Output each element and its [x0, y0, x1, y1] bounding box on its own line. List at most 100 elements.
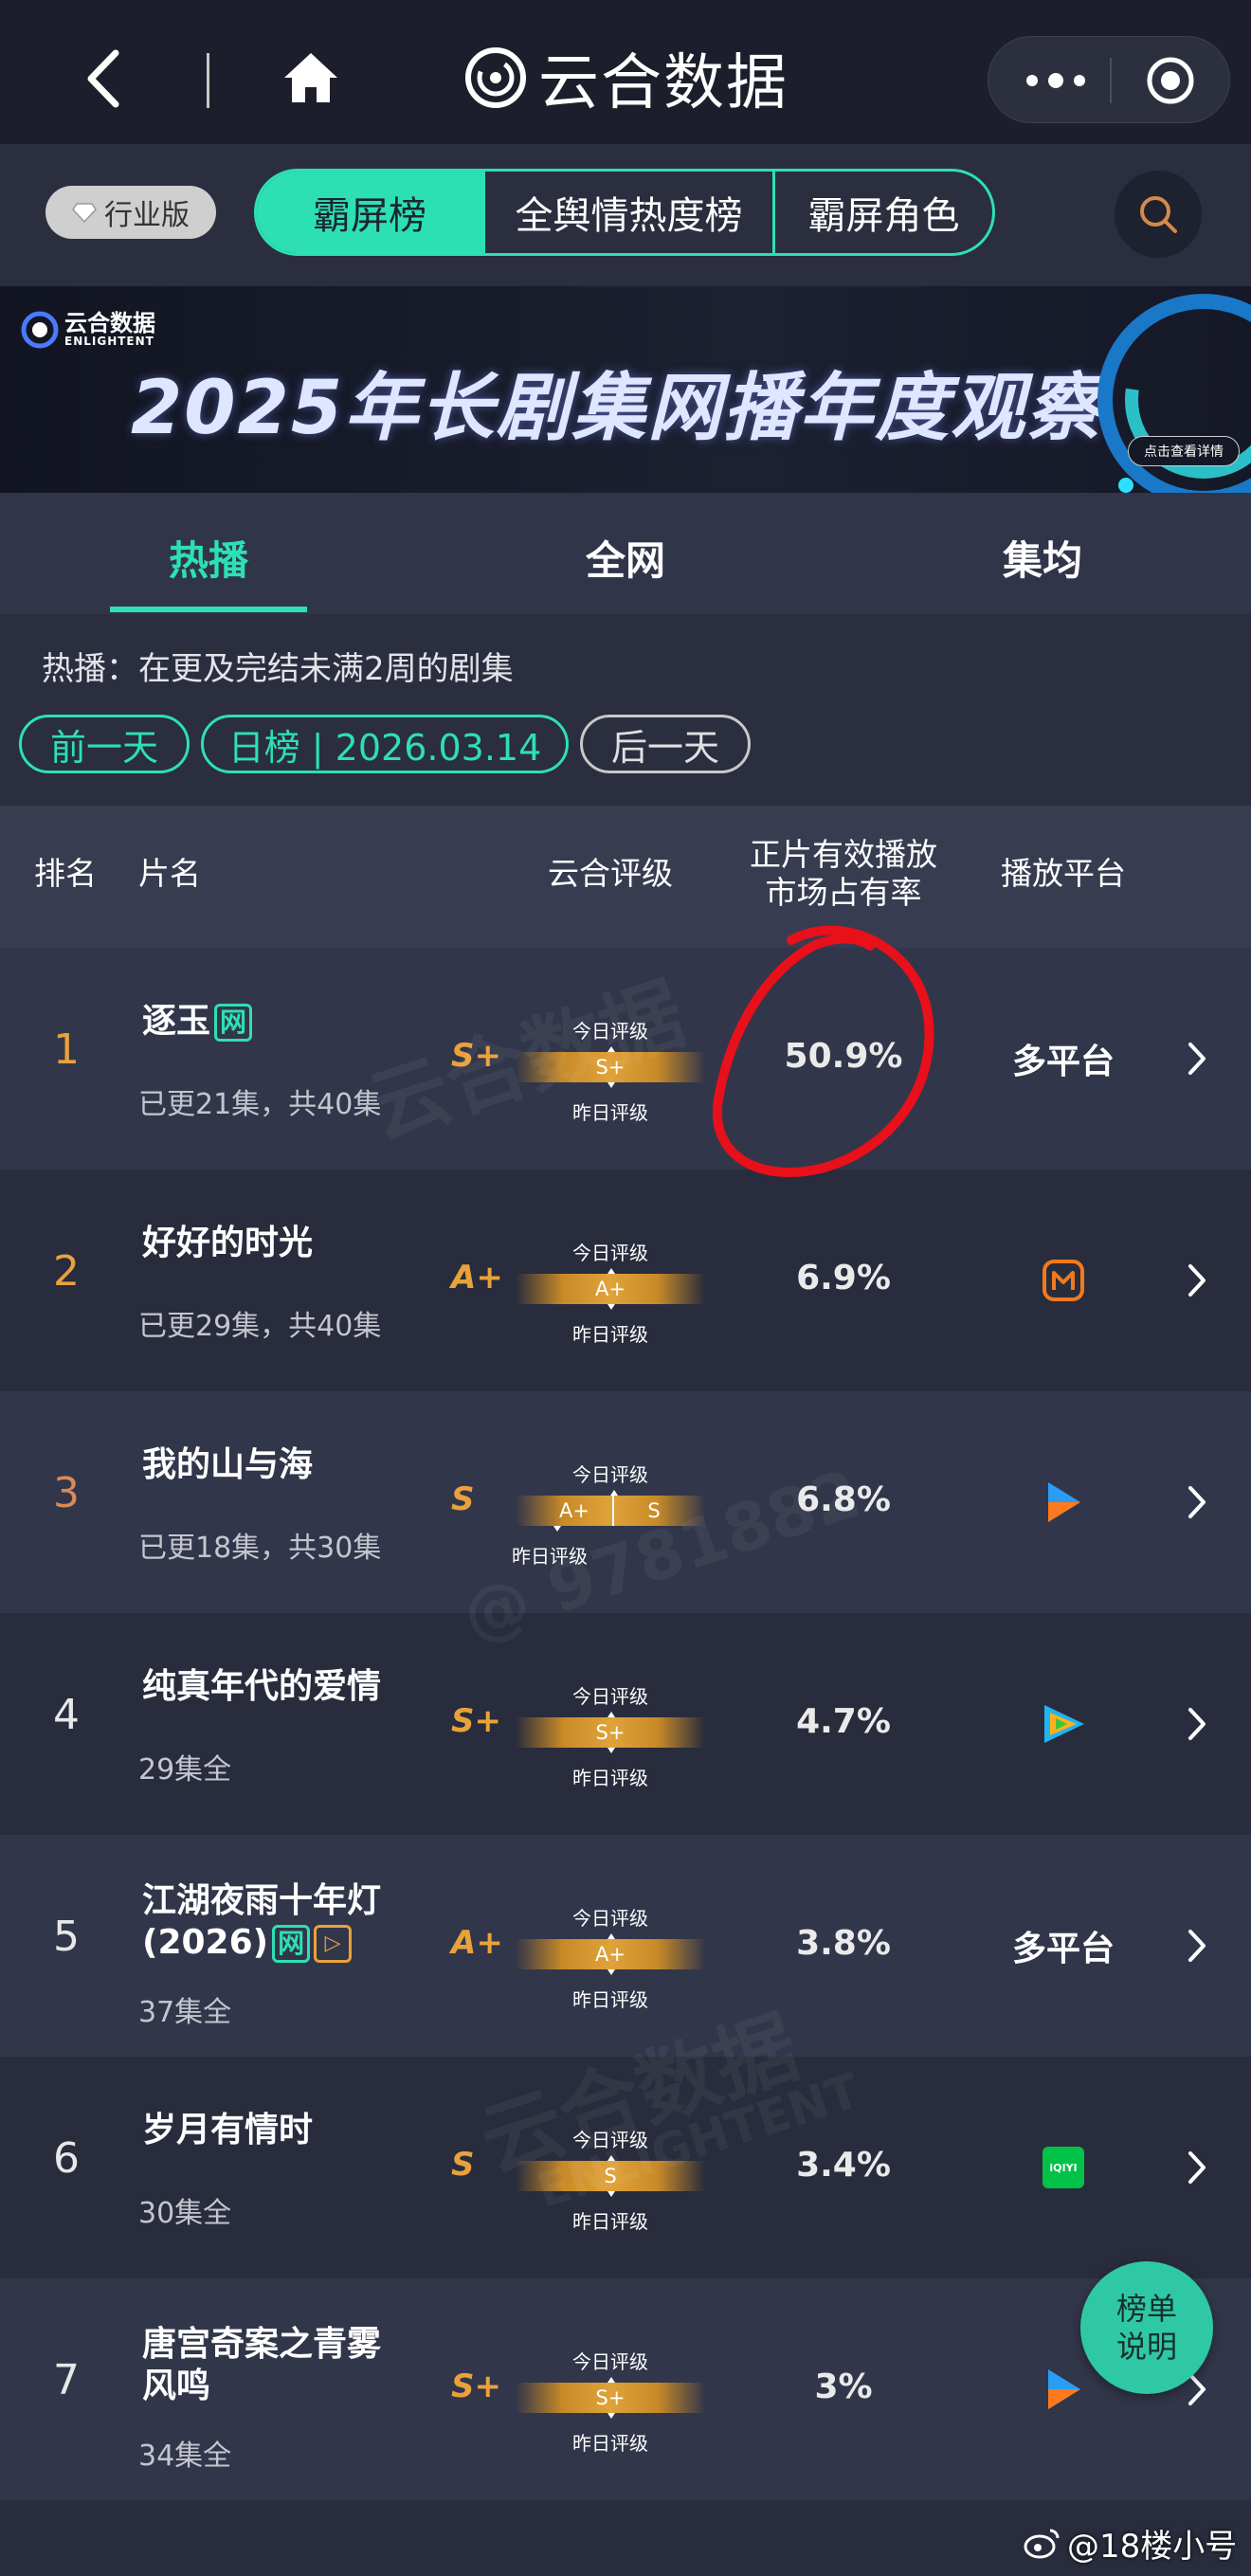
net-tag: 网	[214, 1004, 253, 1042]
current-date-pill[interactable]: 日榜 | 2026.03.14	[201, 715, 569, 773]
today-rating-label: 今日评级	[572, 1685, 648, 1708]
explain-line1: 榜单	[1115, 2291, 1177, 2327]
youku-icon	[1048, 1482, 1080, 1522]
capsule-divider	[1110, 58, 1112, 103]
row-episodes: 已更18集，共30集	[138, 1532, 382, 1565]
row-title: 唐宫奇案之青雾风鸣	[142, 2325, 382, 2405]
subtab-hot[interactable]: 热播	[104, 529, 313, 587]
enlightent-logo-icon	[465, 47, 526, 108]
tencent-video-icon	[1044, 1705, 1084, 1743]
ranking-tabs: 霸屏榜 全舆情热度榜 霸屏角色	[254, 169, 995, 256]
youku-icon	[1048, 2369, 1080, 2409]
chevron-right-icon[interactable]	[1187, 1041, 1207, 1077]
industry-edition-label: 行业版	[104, 199, 190, 232]
back-arrow-icon[interactable]	[78, 45, 135, 112]
prev-day-button[interactable]: 前一天	[19, 715, 190, 773]
row-title: 我的山与海	[142, 1445, 314, 1484]
industry-edition-button[interactable]: 行业版	[45, 186, 216, 239]
ranking-explain-button[interactable]: 榜单 说明	[1080, 2261, 1213, 2394]
today-rating-label: 今日评级	[572, 1463, 648, 1486]
yesterday-rating-label: 昨日评级	[572, 1323, 648, 1346]
chevron-right-icon[interactable]	[1187, 1706, 1207, 1742]
row-rank: 3	[53, 1469, 80, 1517]
row-platform	[976, 1245, 1151, 1315]
row-title: 逐玉网	[142, 1001, 417, 1043]
today-rating-label: 今日评级	[572, 1242, 648, 1264]
row-rank: 1	[53, 1025, 80, 1074]
tab-baping-role[interactable]: 霸屏角色	[772, 172, 992, 253]
row-grade: S+	[451, 1702, 501, 1740]
row-platform: iQIYI	[976, 2132, 1151, 2203]
mini-program-capsule	[988, 36, 1230, 123]
more-dots-icon[interactable]	[1023, 73, 1089, 88]
table-header: 排名 片名 云合评级 正片有效播放 市场占有率 播放平台	[0, 806, 1251, 948]
banner-logo-icon	[21, 311, 59, 349]
row-share: 4.7%	[796, 1702, 891, 1741]
chevron-right-icon[interactable]	[1187, 1262, 1207, 1298]
weibo-credit: @18楼小号	[1024, 2519, 1242, 2567]
diamond-icon	[72, 203, 97, 223]
today-rating-label: 今日评级	[572, 1907, 648, 1930]
tab-bapingbang[interactable]: 霸屏榜	[257, 172, 482, 253]
row-rank: 5	[53, 1913, 80, 1961]
chevron-right-icon[interactable]	[1187, 2150, 1207, 2186]
row-platform	[976, 1467, 1151, 1537]
sub-tabs: 热播 全网 集均	[0, 493, 1251, 614]
promo-banner[interactable]: 云合数据 ENLIGHTENT 2025年长剧集网播年度观察 点击查看详情	[0, 286, 1251, 493]
row-title: 岁月有情时	[142, 2111, 314, 2150]
yesterday-rating-label: 昨日评级	[572, 1767, 648, 1789]
row-title: 好好的时光	[142, 1224, 314, 1262]
rating-bar: A+	[516, 1933, 705, 1975]
row-title: 江湖夜雨十年灯(2026) 网 ▷	[142, 1881, 382, 1963]
yesterday-rating-label: 昨日评级	[572, 1988, 648, 2011]
red-circle-annotation	[712, 925, 934, 1177]
table-row[interactable]: 4 纯真年代的爱情 29集全 S+ 今日评级 S+ 昨日评级 4.7%	[0, 1613, 1251, 1835]
table-row[interactable]: 5 江湖夜雨十年灯(2026) 网 ▷ 37集全 A+ 今日评级 A+ 昨日评级 3…	[0, 1835, 1251, 2057]
home-icon[interactable]	[281, 49, 341, 106]
title-bar-divider	[207, 53, 209, 108]
table-row[interactable]: 7 唐宫奇案之青雾风鸣 34集全 S+ 今日评级 S+ 昨日评级 3%	[0, 2278, 1251, 2500]
row-platform: 多平台	[1011, 1043, 1115, 1081]
banner-brand-sub: ENLIGHTENT	[64, 335, 154, 348]
subtab-per-episode[interactable]: 集均	[938, 529, 1147, 587]
app-title-bar: 云合数据	[0, 0, 1251, 144]
search-button[interactable]	[1115, 171, 1202, 258]
credit-text: @18楼小号	[1067, 2527, 1238, 2566]
rating-bar: S+	[516, 1712, 705, 1753]
banner-headline: 2025年长剧集网播年度观察	[131, 366, 1103, 451]
close-target-icon[interactable]	[1144, 54, 1197, 107]
col-share-line1: 正片有效播放	[750, 836, 937, 873]
next-day-button[interactable]: 后一天	[580, 715, 751, 773]
row-title: 纯真年代的爱情	[142, 1667, 382, 1706]
chevron-right-icon[interactable]	[1187, 1928, 1207, 1964]
row-share: 3%	[814, 2367, 873, 2406]
row-platform	[976, 1689, 1151, 1759]
row-platform: 多平台	[1011, 1930, 1115, 1968]
row-episodes: 37集全	[138, 1996, 232, 2029]
row-grade: S+	[451, 2367, 501, 2405]
row-episodes: 29集全	[138, 1753, 232, 1787]
row-grade: S	[451, 1480, 475, 1518]
row-rank: 6	[53, 2134, 80, 2183]
row-rank: 7	[53, 2356, 80, 2404]
table-row[interactable]: 2 好好的时光 已更29集，共40集 A+ 今日评级 A+ 昨日评级 6.9%	[0, 1170, 1251, 1391]
yesterday-rating-label: 昨日评级	[572, 2432, 648, 2455]
weibo-icon	[1024, 2529, 1060, 2559]
banner-cta[interactable]: 点击查看详情	[1128, 436, 1240, 466]
subtab-all-network[interactable]: 全网	[521, 529, 730, 587]
rating-bar: S+	[516, 2377, 705, 2419]
row-rank: 2	[53, 1247, 80, 1296]
iqiyi-icon: iQIYI	[1042, 2147, 1084, 2188]
row-grade: S	[451, 2146, 475, 2184]
row-share: 6.9%	[796, 1259, 891, 1297]
app-title-text: 云合数据	[538, 48, 789, 118]
row-grade: A+	[451, 1924, 503, 1962]
col-rating: 云合评级	[548, 855, 673, 892]
row-share: 3.8%	[796, 1924, 891, 1963]
chevron-right-icon[interactable]	[1187, 1484, 1207, 1520]
info-bar: 热播：在更及完结未满2周的剧集 前一天 日榜 | 2026.03.14 后一天	[0, 614, 1251, 806]
col-title: 片名	[138, 855, 201, 892]
play-tag-icon: ▷	[314, 1925, 353, 1963]
tab-quanyuqing[interactable]: 全舆情热度榜	[482, 172, 772, 253]
row-share: 3.4%	[796, 2146, 891, 2185]
